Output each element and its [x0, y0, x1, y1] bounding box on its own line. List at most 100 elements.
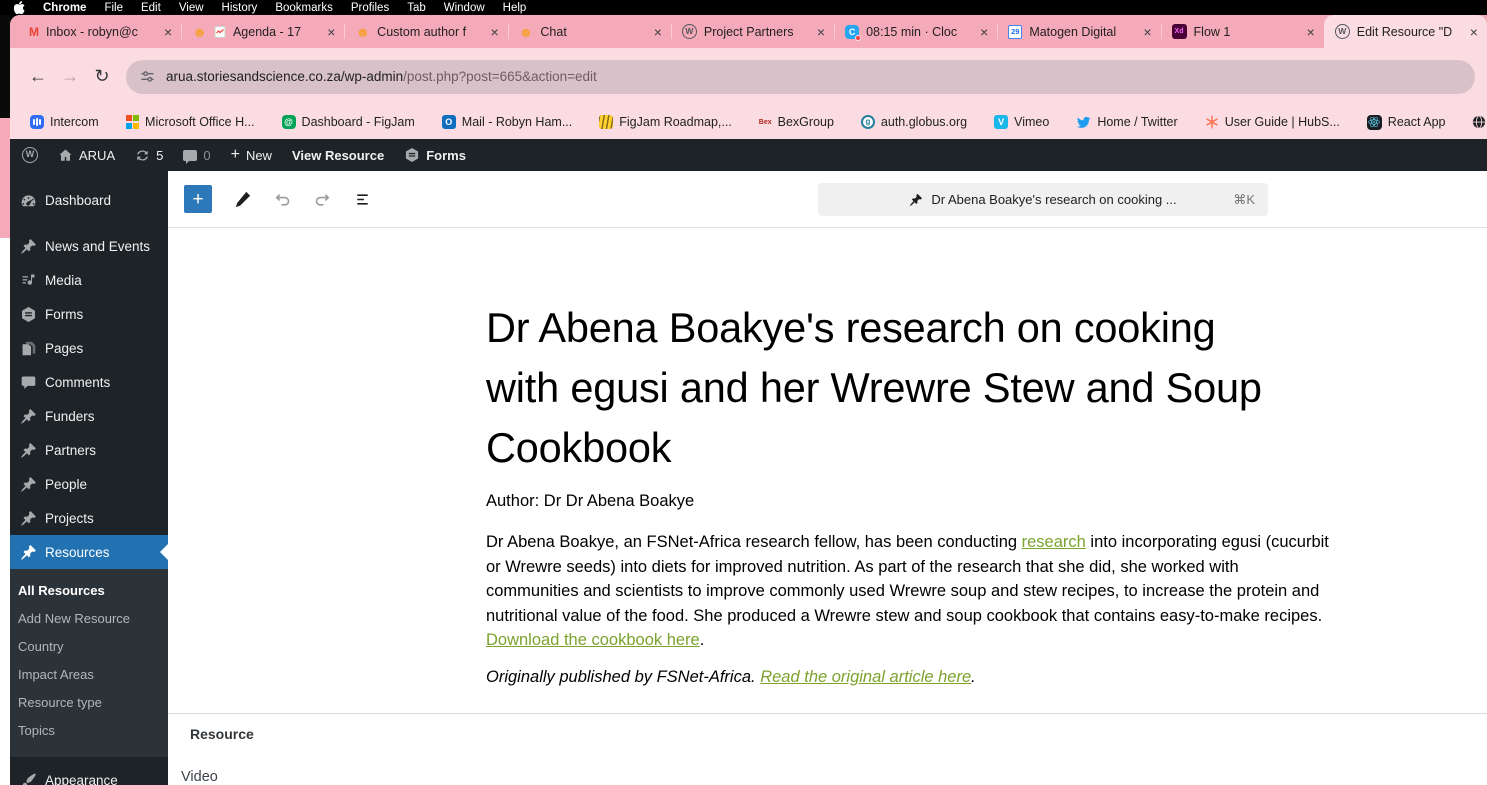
sidebar-item-partners[interactable]: Partners — [10, 433, 168, 467]
address-bar[interactable]: arua.storiesandscience.co.za/wp-admin/po… — [126, 59, 1475, 94]
menu-chrome[interactable]: Chrome — [43, 2, 86, 14]
menu-file[interactable]: File — [104, 2, 123, 14]
redo-icon[interactable] — [313, 190, 332, 209]
wordpress-icon: W — [1334, 24, 1350, 39]
post-paragraph[interactable]: Dr Abena Boakye, an FSNet-Africa researc… — [486, 530, 1332, 653]
new-content-menu[interactable]: + New — [231, 147, 272, 163]
figjamy-icon — [599, 115, 614, 129]
browser-tab[interactable]: C 08:15 min · Cloc × — [834, 15, 997, 48]
content-link[interactable]: Read the original article here — [760, 668, 971, 686]
submenu-item-add-new-resource[interactable]: Add New Resource — [10, 605, 168, 633]
sidebar-item-label: Pages — [45, 340, 84, 356]
submenu-item-impact-areas[interactable]: Impact Areas — [10, 661, 168, 689]
bookmark-item[interactable]: Intercom — [30, 115, 99, 129]
browser-tab[interactable]: ☻ Custom author f × — [344, 15, 507, 48]
browser-tab[interactable]: M Inbox - robyn@c × — [18, 15, 181, 48]
post-title[interactable]: Dr Abena Boakye's research on cooking wi… — [486, 298, 1286, 478]
sidebar-item-comments[interactable]: Comments — [10, 365, 168, 399]
submenu-item-country[interactable]: Country — [10, 633, 168, 661]
browser-tab[interactable]: W Edit Resource "D × — [1323, 15, 1487, 48]
menu-bookmarks[interactable]: Bookmarks — [275, 2, 333, 14]
tab-close-icon[interactable]: × — [1470, 25, 1478, 39]
content-link[interactable]: research — [1022, 533, 1086, 551]
bookmark-item[interactable]: User Guide | HubS... — [1205, 115, 1340, 129]
tab-title: Flow 1 — [1193, 24, 1231, 39]
sidebar-item-funders[interactable]: Funders — [10, 399, 168, 433]
submenu-item-all-resources[interactable]: All Resources — [10, 577, 168, 605]
tab-close-icon[interactable]: × — [490, 25, 498, 39]
undo-icon[interactable] — [273, 190, 292, 209]
bookmark-label: React App — [1387, 115, 1446, 129]
menu-tab[interactable]: Tab — [407, 2, 426, 14]
content-link[interactable]: Download the cookbook here — [486, 631, 700, 649]
browser-tab[interactable]: W Project Partners × — [670, 15, 834, 48]
bookmark-item[interactable]: V Vimeo — [994, 115, 1049, 129]
outlook-icon: O — [441, 115, 456, 129]
post-source-line[interactable]: Originally published by FSNet-Africa. Re… — [486, 668, 976, 687]
menu-help[interactable]: Help — [503, 2, 527, 14]
bookmark-item[interactable]: https://my-ac — [1472, 115, 1487, 129]
tab-close-icon[interactable]: × — [1307, 25, 1315, 39]
metabox-field-label: Video — [181, 769, 218, 785]
tab-close-icon[interactable]: × — [817, 25, 825, 39]
bookmark-item[interactable]: Home / Twitter — [1076, 115, 1178, 130]
tab-close-icon[interactable]: × — [327, 25, 335, 39]
menu-profiles[interactable]: Profiles — [351, 2, 389, 14]
browser-tab[interactable]: Xd Flow 1 × — [1160, 15, 1324, 48]
bookmark-item[interactable]: React App — [1366, 114, 1446, 130]
tab-close-icon[interactable]: × — [980, 25, 988, 39]
editor-area: + Dr Abena Boakye's research on cooking … — [168, 171, 1487, 785]
bookmark-item[interactable]: @ Dashboard - FigJam — [281, 115, 415, 129]
bookmark-label: Home / Twitter — [1097, 115, 1178, 129]
sidebar-item-dashboard[interactable]: Dashboard — [10, 183, 168, 217]
site-name-menu[interactable]: ARUA — [58, 148, 115, 163]
sidebar-item-pages[interactable]: Pages — [10, 331, 168, 365]
sidebar-item-label: People — [45, 476, 88, 492]
apple-logo-icon[interactable] — [14, 1, 25, 14]
menu-edit[interactable]: Edit — [141, 2, 161, 14]
browser-tab[interactable]: ☻ Agenda - 17 × — [181, 15, 344, 48]
updates-menu[interactable]: 5 — [135, 148, 163, 163]
back-button[interactable]: ← — [22, 66, 54, 87]
sidebar-item-resources[interactable]: Resources — [10, 535, 168, 569]
submenu-item-topics[interactable]: Topics — [10, 717, 168, 745]
menu-view[interactable]: View — [179, 2, 204, 14]
metabox-heading[interactable]: Resource — [190, 726, 254, 742]
tab-close-icon[interactable]: × — [164, 25, 172, 39]
tab-close-icon[interactable]: × — [654, 25, 662, 39]
appearance-icon — [20, 772, 37, 785]
bookmark-item[interactable]: g auth.globus.org — [860, 115, 967, 129]
bookmark-item[interactable]: Microsoft Office H... — [125, 115, 255, 129]
browser-tab[interactable]: ☻ Chat × — [507, 15, 671, 48]
bookmark-item[interactable]: O Mail - Robyn Ham... — [441, 115, 572, 129]
forward-button[interactable]: → — [54, 66, 86, 87]
tab-close-icon[interactable]: × — [1143, 25, 1151, 39]
tab-title: Project Partners — [703, 24, 794, 39]
bookmark-item[interactable]: FigJam Roadmap,... — [599, 115, 732, 129]
sidebar-item-media[interactable]: Media — [10, 263, 168, 297]
reload-button[interactable]: ↻ — [86, 66, 118, 87]
view-resource-menu[interactable]: View Resource — [292, 148, 384, 163]
wp-admin-sidebar: Dashboard News and Events Media Forms Pages C… — [10, 171, 168, 785]
browser-tab[interactable]: 29 Matogen Digital × — [997, 15, 1160, 48]
sidebar-item-people[interactable]: People — [10, 467, 168, 501]
site-settings-icon[interactable] — [140, 69, 155, 84]
sidebar-item-news-and-events[interactable]: News and Events — [10, 229, 168, 263]
hubspot-icon — [1205, 115, 1219, 129]
menu-history[interactable]: History — [222, 2, 258, 14]
comments-menu[interactable]: 0 — [183, 148, 211, 164]
post-author-line[interactable]: Author: Dr Dr Abena Boakye — [486, 492, 694, 511]
block-inserter-button[interactable]: + — [184, 185, 212, 213]
pin-icon — [20, 476, 37, 493]
submenu-item-resource-type[interactable]: Resource type — [10, 689, 168, 717]
menu-window[interactable]: Window — [444, 2, 485, 14]
sidebar-item-appearance[interactable]: Appearance — [10, 763, 168, 785]
forms-menu[interactable]: Forms — [404, 147, 466, 163]
sidebar-item-projects[interactable]: Projects — [10, 501, 168, 535]
sidebar-item-forms[interactable]: Forms — [10, 297, 168, 331]
bookmark-item[interactable]: Bex BexGroup — [759, 115, 834, 129]
edit-mode-icon[interactable] — [233, 190, 252, 209]
list-view-icon[interactable] — [353, 190, 372, 209]
wp-logo-menu[interactable]: W — [22, 147, 38, 163]
document-title-pill[interactable]: Dr Abena Boakye's research on cooking ..… — [818, 183, 1268, 216]
